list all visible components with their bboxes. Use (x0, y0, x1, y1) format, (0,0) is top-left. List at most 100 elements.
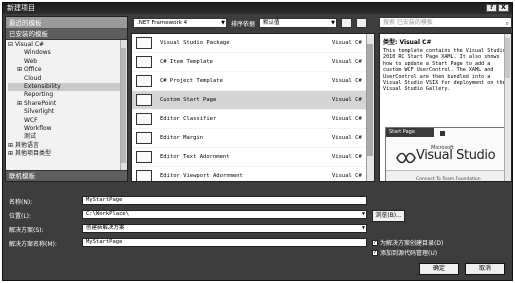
tree-scrollbar[interactable] (120, 40, 127, 177)
tree-node[interactable]: Windows (8, 49, 127, 57)
template-name: Editor Text Adornment (160, 153, 230, 160)
tree-node-label: Reporting (24, 91, 54, 99)
description-scrollbar[interactable] (504, 34, 511, 181)
preview-bottom-text: Connect To Team Foundation (416, 177, 481, 182)
template-language: Visual C# (332, 153, 362, 160)
framework-dropdown[interactable]: .NET Framework 4 ▼ (133, 18, 227, 28)
description-scroll-thumb[interactable] (505, 38, 510, 78)
template-item[interactable]: Editor Margin Visual C# (132, 129, 374, 148)
template-item[interactable]: Editor Text Adornment Visual C# (132, 148, 374, 167)
tree-node-label: Office (24, 66, 42, 74)
solution-name-field[interactable]: MyStartPage (82, 238, 367, 247)
list-view-button[interactable] (356, 18, 368, 28)
template-icon (136, 37, 152, 49)
search-icon[interactable]: ⌕ (506, 19, 509, 28)
template-item[interactable]: C# Project Template Visual C# (132, 72, 374, 91)
template-item[interactable]: Visual Studio Package Visual C# (132, 34, 374, 53)
chevron-down-icon: ▼ (361, 211, 365, 217)
search-placeholder: 搜索 已安装的模板 (383, 19, 433, 26)
category-tree: ⊟ Visual C# Windows Web ⊞ Office Cloud Extensib… (6, 40, 127, 177)
name-field[interactable]: MyStartPage (82, 196, 367, 205)
new-project-dialog: 新建项目 ? X 最近的模板 已安装的模板 ⊟ Visual C# Windows W… (2, 2, 513, 281)
template-language: Visual C# (332, 58, 362, 65)
tree-node[interactable]: WCF (8, 117, 127, 125)
visual-studio-logo-icon (396, 152, 416, 164)
template-description-pane: 类型: Visual C# This template contains the… (379, 33, 512, 182)
template-item[interactable]: Editor Classifier Visual C# (132, 110, 374, 129)
framework-value: .NET Framework 4 (137, 20, 188, 26)
check-icon: ✓ (372, 239, 378, 246)
expand-toggle-icon[interactable]: ⊞ (17, 100, 24, 108)
tree-scroll-thumb[interactable] (121, 48, 126, 163)
template-language: Visual C# (332, 134, 362, 141)
template-description: This template contains the Visual Studio… (383, 48, 506, 93)
template-type: 类型: Visual C# (383, 39, 432, 46)
add-to-source-control-label: 添加到源代码管理(U) (380, 250, 438, 257)
tree-node[interactable]: 测试 (8, 133, 127, 141)
template-name: Editor Margin (160, 134, 204, 141)
template-name: Editor Viewport Adornment (160, 172, 243, 179)
template-language: Visual C# (332, 172, 362, 179)
tree-node[interactable]: ⊞ 其他项目类型 (8, 150, 127, 158)
tree-node[interactable]: Cloud (8, 75, 127, 83)
template-language: Visual C# (332, 96, 362, 103)
installed-templates-header[interactable]: 已安装的模板 (6, 29, 127, 40)
tree-node[interactable]: ⊟ Visual C# (8, 41, 127, 49)
template-icon (136, 170, 152, 181)
tree-node[interactable]: Extensibility (8, 82, 127, 92)
preview-tab-close-icon (440, 131, 445, 136)
template-name: C# Project Template (160, 77, 223, 84)
location-field[interactable]: C:\WorkPlace\ ▼ (82, 210, 367, 219)
template-preview-image: Start Page Microsoft Visual Studio Conne… (385, 127, 507, 182)
project-form: 名称(N): MyStartPage 位置(L): C:\WorkPlace\ ▼… (5, 184, 512, 264)
template-name: Editor Classifier (160, 115, 217, 122)
template-search-input[interactable]: 搜索 已安装的模板 ⌕ (379, 17, 512, 28)
name-label: 名称(N): (9, 199, 33, 206)
browse-button[interactable]: 浏览(B)... (372, 210, 405, 222)
expand-toggle-icon[interactable]: ⊟ (8, 41, 15, 49)
tree-node[interactable]: ⊞ Office (8, 66, 127, 74)
solution-dropdown[interactable]: 创建新解决方案 ▼ (82, 224, 367, 233)
create-directory-checkbox[interactable]: ✓ 为解决方案创建目录(D) (372, 238, 443, 247)
tree-node-label: 测试 (24, 133, 37, 141)
preview-bottom-panel: Connect To Team Foundation (386, 170, 506, 182)
tree-node-label: 其他项目类型 (15, 150, 52, 158)
template-item[interactable]: Custom Start Page Visual C# (132, 91, 374, 110)
template-list-scroll-thumb[interactable] (367, 44, 373, 156)
tree-node-label: 其他语言 (15, 141, 40, 149)
cancel-button[interactable]: 取消 (465, 263, 505, 275)
tree-node[interactable]: ⊞ 其他语言 (8, 142, 127, 150)
tree-node[interactable]: Web (8, 58, 127, 66)
tree-node-label: Web (24, 57, 38, 65)
tree-node[interactable]: Silverlight (8, 108, 127, 116)
template-name: C# Item Template (160, 58, 213, 65)
small-icons-view-button[interactable] (341, 18, 353, 28)
template-name: Custom Start Page (160, 96, 217, 103)
template-language: Visual C# (332, 77, 362, 84)
tree-node-label: Extensibility (24, 82, 61, 90)
template-item[interactable]: C# Item Template Visual C# (132, 53, 374, 72)
close-button[interactable]: X (498, 4, 509, 12)
tree-node-label: Workflow (24, 124, 52, 132)
expand-toggle-icon[interactable]: ⊞ (17, 66, 24, 74)
preview-tab: Start Page (386, 128, 434, 137)
template-icon (136, 151, 152, 163)
tree-node[interactable]: ⊞ SharePoint (8, 100, 127, 108)
expand-toggle-icon[interactable]: ⊞ (8, 150, 15, 158)
tree-node[interactable]: Reporting (8, 91, 127, 99)
solution-label: 解决方案(S): (9, 227, 44, 234)
chevron-down-icon: ▼ (331, 20, 336, 26)
expand-toggle-icon[interactable]: ⊞ (8, 142, 15, 150)
online-templates-header[interactable]: 联机模板 (6, 170, 127, 181)
template-item[interactable]: Editor Viewport Adornment Visual C# (132, 167, 374, 181)
sort-dropdown[interactable]: 默认值 ▼ (259, 18, 338, 28)
title-bar: 新建项目 ? X (3, 3, 512, 14)
template-list-scrollbar[interactable] (366, 34, 374, 181)
template-language: Visual C# (332, 39, 362, 46)
create-directory-label: 为解决方案创建目录(D) (380, 240, 444, 247)
recent-templates-header[interactable]: 最近的模板 (6, 17, 127, 29)
add-to-source-control-checkbox[interactable]: ✓ 添加到源代码管理(U) (372, 248, 437, 257)
help-button[interactable]: ? (486, 4, 497, 12)
tree-node-label: SharePoint (24, 99, 57, 107)
ok-button[interactable]: 确定 (419, 263, 459, 275)
